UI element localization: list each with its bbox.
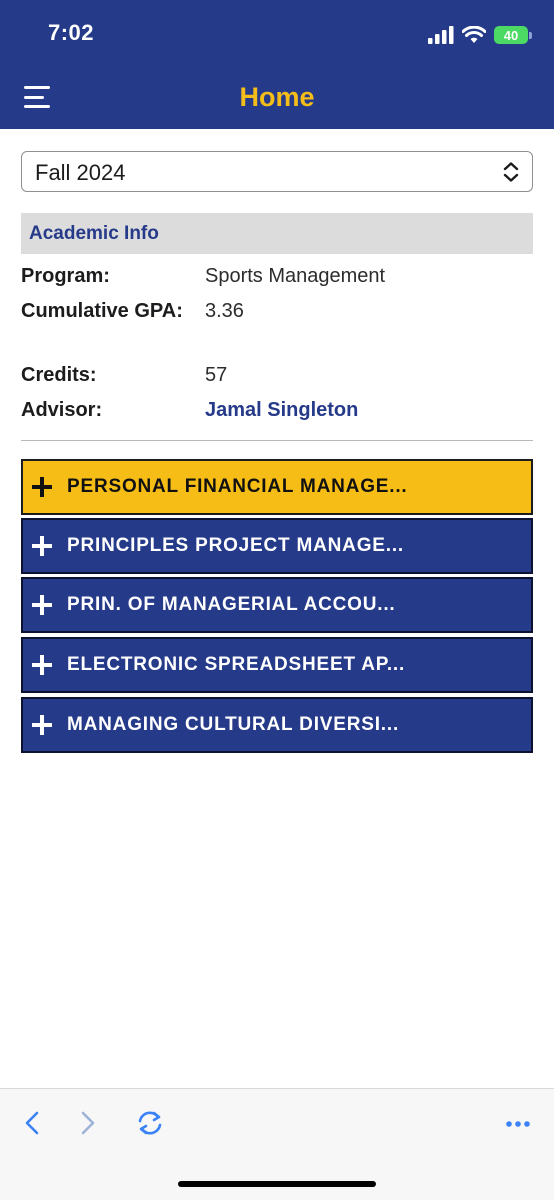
- course-name: PERSONAL FINANCIAL MANAGE...: [67, 476, 408, 497]
- gpa-value: 3.36: [205, 300, 244, 322]
- wifi-icon: [462, 26, 486, 43]
- program-label: Program:: [21, 265, 110, 287]
- course-item[interactable]: ELECTRONIC SPREADSHEET AP...: [21, 637, 533, 693]
- plus-icon: [32, 595, 52, 615]
- forward-arrow-icon[interactable]: [70, 1105, 106, 1141]
- course-item[interactable]: PRIN. OF MANAGERIAL ACCOU...: [21, 577, 533, 633]
- status-time: 7:02: [48, 20, 95, 45]
- advisor-label: Advisor:: [21, 399, 103, 421]
- program-value: Sports Management: [205, 265, 386, 287]
- academic-info-heading: Academic Info: [29, 223, 159, 244]
- up-down-chevron-icon: [503, 162, 519, 182]
- battery-icon: 40: [494, 26, 532, 44]
- course-name: PRINCIPLES PROJECT MANAGE...: [67, 535, 404, 556]
- gpa-label: Cumulative GPA:: [21, 300, 183, 322]
- page-title: Home: [239, 82, 315, 112]
- course-name: MANAGING CULTURAL DIVERSI...: [67, 714, 400, 735]
- course-item[interactable]: PRINCIPLES PROJECT MANAGE...: [21, 518, 533, 574]
- academic-info-header: Academic Info: [21, 213, 533, 254]
- battery-level: 40: [494, 26, 528, 44]
- advisor-link[interactable]: Jamal Singleton: [205, 396, 358, 425]
- term-select[interactable]: Fall 2024: [21, 151, 533, 192]
- course-name: PRIN. OF MANAGERIAL ACCOU...: [67, 594, 396, 615]
- home-indicator: [178, 1181, 376, 1187]
- top-app-bar: 7:02 40 Home: [0, 0, 554, 129]
- course-item[interactable]: MANAGING CULTURAL DIVERSI...: [21, 697, 533, 753]
- back-arrow-icon[interactable]: [14, 1105, 50, 1141]
- divider: [21, 440, 533, 441]
- refresh-icon[interactable]: [132, 1105, 168, 1141]
- plus-icon: [32, 715, 52, 735]
- signal-icon: [428, 26, 454, 44]
- course-name: ELECTRONIC SPREADSHEET AP...: [67, 654, 406, 675]
- plus-icon: [32, 536, 52, 556]
- credits-value: 57: [205, 364, 228, 386]
- plus-icon: [32, 477, 52, 497]
- term-select-value: Fall 2024: [35, 160, 126, 185]
- course-item[interactable]: PERSONAL FINANCIAL MANAGE...: [21, 459, 533, 515]
- status-icons: 40: [428, 24, 532, 46]
- credits-label: Credits:: [21, 364, 97, 386]
- more-icon[interactable]: [500, 1105, 536, 1141]
- plus-icon: [32, 655, 52, 675]
